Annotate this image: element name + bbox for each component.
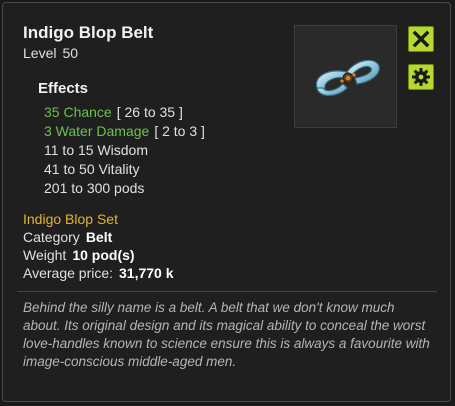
item-tooltip-panel: Indigo Blop Belt Level 50 Effects 35 Chan… [2, 2, 451, 402]
price-row: Average price: 31,770 k [23, 264, 174, 282]
effect-value: 201 to 300 pods [44, 180, 145, 196]
price-label: Average price: [23, 265, 114, 281]
item-level: Level 50 [23, 45, 78, 61]
category-label: Category [23, 229, 80, 245]
settings-button[interactable] [408, 64, 434, 90]
category-row: Category Belt [23, 228, 174, 246]
weight-value: 10 pod(s) [72, 247, 135, 263]
effect-value: 3 Water Damage [44, 123, 150, 139]
effects-list: 35 Chance[ 26 to 35 ] 3 Water Damage[ 2 … [44, 103, 205, 198]
item-set-link[interactable]: Indigo Blop Set [23, 210, 174, 228]
weight-label: Weight [23, 247, 67, 263]
item-name: Indigo Blop Belt [23, 23, 154, 42]
effect-value: 41 to 50 Vitality [44, 161, 140, 177]
effect-value: 35 Chance [44, 104, 112, 120]
price-value: 31,770 k [119, 265, 174, 281]
close-x-icon [412, 30, 430, 48]
item-details: Indigo Blop Set Category Belt Weight 10 po… [23, 210, 174, 282]
effect-range: [ 2 to 3 ] [154, 123, 205, 139]
effects-heading: Effects [38, 80, 89, 97]
item-description: Behind the silly name is a belt. A belt … [23, 300, 430, 369]
weight-row: Weight 10 pod(s) [23, 246, 174, 264]
category-value: Belt [85, 229, 113, 245]
effect-line: 41 to 50 Vitality [44, 160, 205, 179]
gear-icon [412, 68, 430, 86]
divider [17, 291, 437, 292]
level-label: Level [23, 45, 57, 61]
item-image-frame [294, 25, 397, 128]
effect-line: 3 Water Damage[ 2 to 3 ] [44, 122, 205, 141]
level-value: 50 [62, 45, 79, 61]
effect-line: 35 Chance[ 26 to 35 ] [44, 103, 205, 122]
effect-line: 11 to 15 Wisdom [44, 141, 205, 160]
effect-value: 11 to 15 Wisdom [44, 142, 149, 158]
effect-range: [ 26 to 35 ] [116, 104, 183, 120]
close-button[interactable] [408, 26, 434, 52]
effect-line: 201 to 300 pods [44, 179, 205, 198]
blue-belt-item-icon [315, 59, 380, 97]
